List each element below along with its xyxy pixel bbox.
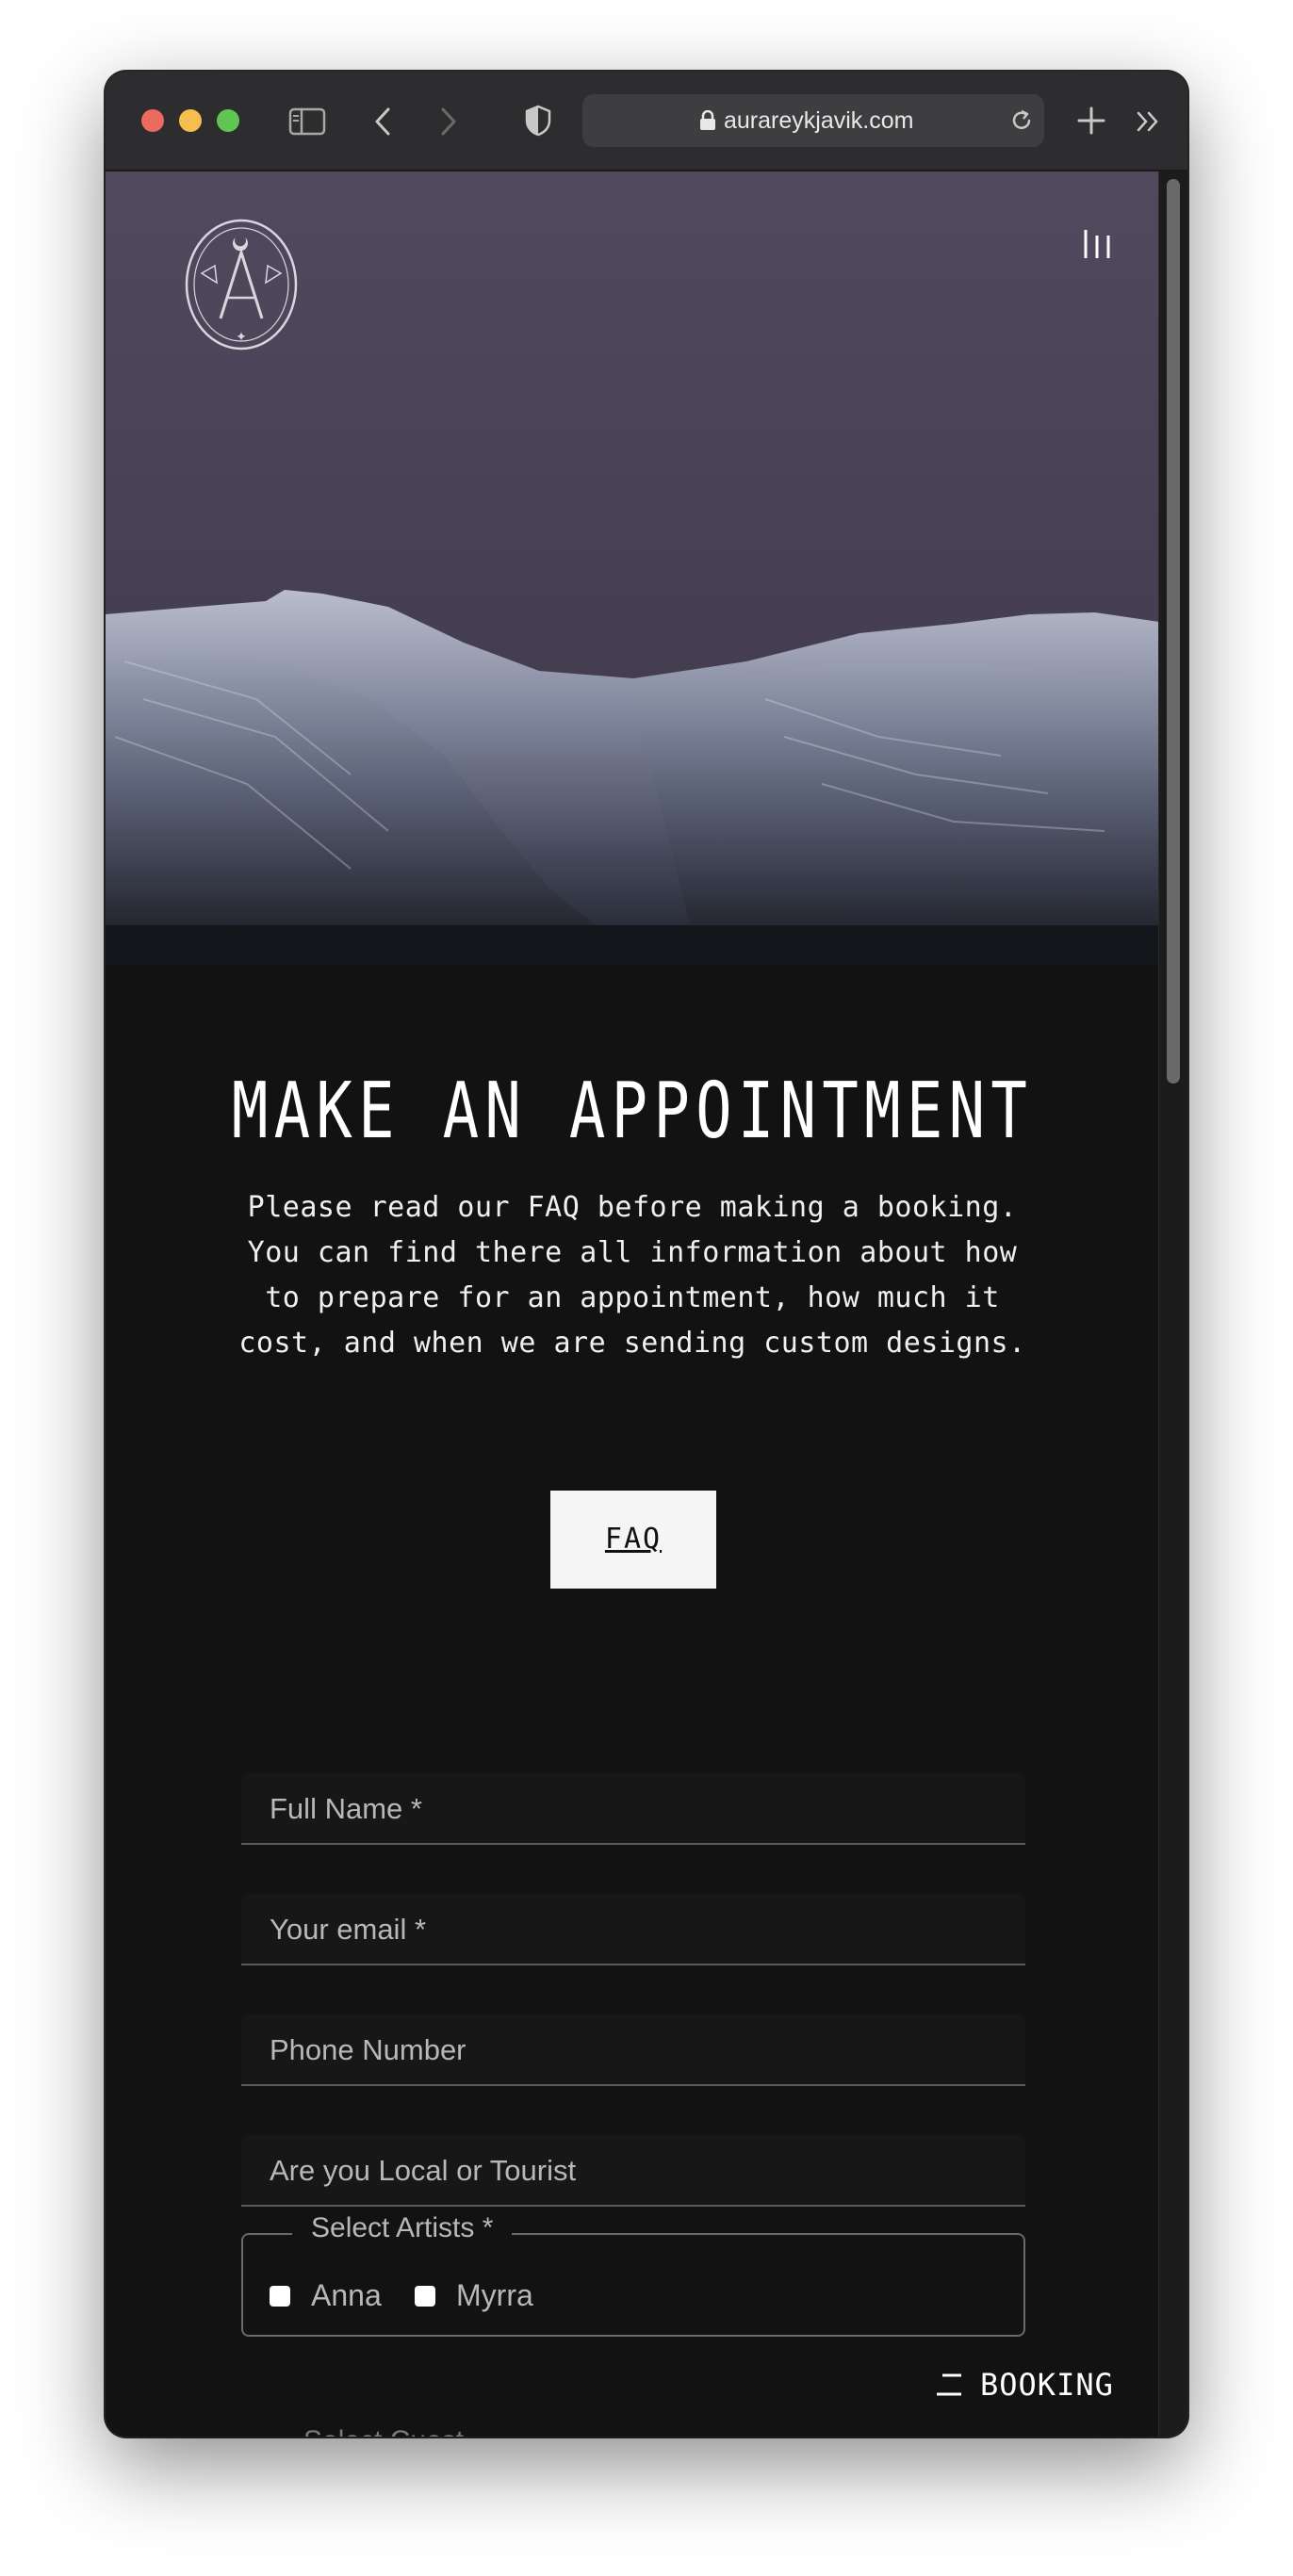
booking-label: BOOKING	[980, 2367, 1114, 2403]
svg-text:✦: ✦	[236, 330, 247, 345]
email-placeholder: Your email *	[270, 1913, 427, 1946]
browser-window: aurareykjavik.com ✦ MAKE AN APPOINTMENT …	[106, 72, 1187, 2437]
select-artists-group: Select Artists * Anna Myrra	[241, 2212, 1025, 2337]
anna-label: Anna	[311, 2278, 382, 2312]
hero-image: ✦	[106, 171, 1159, 965]
browser-toolbar: aurareykjavik.com	[106, 72, 1187, 171]
aura-logo-icon[interactable]: ✦	[183, 217, 300, 352]
reload-icon[interactable]	[1008, 107, 1035, 134]
local-or-tourist-placeholder: Are you Local or Tourist	[270, 2154, 577, 2187]
faq-button[interactable]: FAQ	[550, 1491, 716, 1589]
phone-placeholder: Phone Number	[270, 2033, 466, 2066]
forward-arrow-icon[interactable]	[437, 106, 460, 138]
next-fieldset-legend: Select Cuest...	[303, 2425, 487, 2437]
page-viewport: ✦ MAKE AN APPOINTMENT Please read our FA…	[106, 171, 1159, 2437]
intro-text: Please read our FAQ before making a book…	[238, 1191, 1026, 1360]
artist-option-myrra[interactable]: Myrra	[415, 2278, 533, 2313]
scrollbar[interactable]	[1158, 171, 1187, 2437]
close-window-button[interactable]	[141, 109, 164, 132]
page-title: MAKE AN APPOINTMENT	[231, 1067, 1034, 1156]
back-arrow-icon[interactable]	[371, 106, 394, 138]
overflow-chevrons-icon[interactable]	[1135, 109, 1161, 134]
address-bar[interactable]: aurareykjavik.com	[582, 94, 1044, 147]
local-or-tourist-select[interactable]: Are you Local or Tourist	[241, 2135, 1025, 2207]
booking-lines-icon	[937, 2373, 961, 2396]
zoom-window-button[interactable]	[217, 109, 239, 132]
phone-field[interactable]: Phone Number	[241, 2014, 1025, 2086]
privacy-shield-icon[interactable]	[524, 104, 552, 138]
minimize-window-button[interactable]	[179, 109, 202, 132]
artist-option-anna[interactable]: Anna	[270, 2278, 382, 2313]
full-name-placeholder: Full Name *	[270, 1792, 422, 1825]
myrra-checkbox[interactable]	[415, 2285, 435, 2307]
select-artists-legend: Select Artists *	[292, 2212, 513, 2244]
sidebar-toggle-icon[interactable]	[288, 107, 326, 136]
new-tab-plus-icon[interactable]	[1076, 106, 1106, 136]
email-field[interactable]: Your email *	[241, 1894, 1025, 1965]
myrra-label: Myrra	[456, 2278, 533, 2312]
booking-button[interactable]: BOOKING	[935, 2367, 1114, 2403]
url-text: aurareykjavik.com	[724, 107, 914, 134]
hamburger-menu-icon[interactable]	[1082, 228, 1112, 260]
scrollbar-thumb[interactable]	[1167, 179, 1180, 1084]
anna-checkbox[interactable]	[270, 2285, 290, 2307]
lock-icon	[700, 110, 715, 130]
full-name-field[interactable]: Full Name *	[241, 1773, 1025, 1845]
